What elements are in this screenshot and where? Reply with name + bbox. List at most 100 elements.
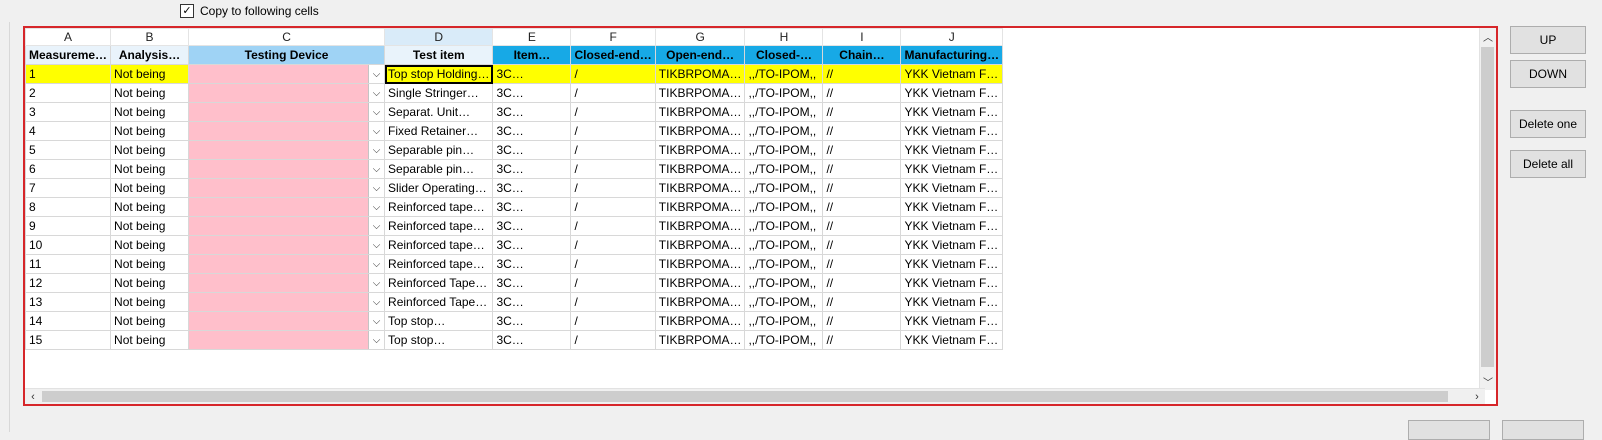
testing-device-dropdown[interactable]: ⌵ [188, 273, 386, 293]
chevron-down-icon[interactable]: ⌵ [368, 255, 384, 273]
cell-a[interactable]: 6 [25, 159, 112, 179]
cell-i[interactable]: // [822, 292, 902, 312]
table-row[interactable]: 8 Not being ⌵ Reinforced tape… 3C… / TIKBRPOMA… [25, 197, 1004, 217]
cell-f[interactable]: / [570, 235, 656, 255]
cell-f[interactable]: / [570, 254, 656, 274]
cell-e[interactable]: 3C… [492, 102, 572, 122]
cell-d[interactable]: Top stop Holding… [384, 64, 494, 84]
cell-i[interactable]: // [822, 102, 902, 122]
cell-a[interactable]: 10 [25, 235, 112, 255]
cell-d[interactable]: Reinforced tape… [384, 235, 494, 255]
table-row[interactable]: 1 Not being ⌵ Top stop Holding… 3C… / TIKBRPOM… [25, 64, 1004, 84]
cell-g[interactable]: TIKBRPOMA… [654, 235, 746, 255]
testing-device-dropdown[interactable]: ⌵ [188, 64, 386, 84]
cell-i[interactable]: // [822, 178, 902, 198]
cell-a[interactable]: 8 [25, 197, 112, 217]
cell-a[interactable]: 12 [25, 273, 112, 293]
cell-h[interactable]: ,,/TO-IPOM,, [744, 159, 824, 179]
cell-h[interactable]: ,,/TO-IPOM,, [744, 254, 824, 274]
cell-a[interactable]: 15 [25, 330, 112, 350]
chevron-down-icon[interactable]: ⌵ [368, 179, 384, 197]
cell-e[interactable]: 3C… [492, 273, 572, 293]
cell-d[interactable]: Separable pin… [384, 140, 494, 160]
cell-i[interactable]: // [822, 121, 902, 141]
chevron-down-icon[interactable]: ⌵ [368, 217, 384, 235]
cell-b[interactable]: Not being [110, 197, 190, 217]
table-row[interactable]: 3 Not being ⌵ Separat. Unit… 3C… / TIKBRPOMA…,… [25, 102, 1004, 122]
testing-device-dropdown[interactable]: ⌵ [188, 178, 386, 198]
cell-d[interactable]: Reinforced tape… [384, 197, 494, 217]
cell-f[interactable]: / [570, 330, 656, 350]
cell-j[interactable]: YKK Vietnam F… [900, 83, 1004, 103]
vertical-scroll-thumb[interactable] [1481, 47, 1494, 367]
column-letter-h[interactable]: H [744, 28, 824, 46]
cell-a[interactable]: 11 [25, 254, 112, 274]
column-letter-b[interactable]: B [110, 28, 190, 46]
cell-j[interactable]: YKK Vietnam F… [900, 273, 1004, 293]
bottom-button-2[interactable] [1502, 420, 1584, 440]
table-row[interactable]: 4 Not being ⌵ Fixed Retainer… 3C… / TIKBRPOMA…… [25, 121, 1004, 141]
chevron-down-icon[interactable]: ⌵ [368, 293, 384, 311]
column-header-h[interactable]: Closed-… [744, 45, 824, 65]
cell-h[interactable]: ,,/TO-IPOM,, [744, 216, 824, 236]
horizontal-scrollbar[interactable]: ‹ › [25, 388, 1485, 404]
cell-j[interactable]: YKK Vietnam F… [900, 121, 1004, 141]
column-letter-d[interactable]: D [384, 28, 494, 46]
arrow-up-icon[interactable]: ︿ [1480, 28, 1496, 45]
cell-g[interactable]: TIKBRPOMA… [654, 216, 746, 236]
cell-a[interactable]: 9 [25, 216, 112, 236]
cell-b[interactable]: Not being [110, 83, 190, 103]
cell-b[interactable]: Not being [110, 159, 190, 179]
chevron-down-icon[interactable]: ⌵ [368, 103, 384, 121]
testing-device-dropdown[interactable]: ⌵ [188, 292, 386, 312]
cell-i[interactable]: // [822, 311, 902, 331]
cell-i[interactable]: // [822, 197, 902, 217]
testing-device-dropdown[interactable]: ⌵ [188, 197, 386, 217]
cell-j[interactable]: YKK Vietnam F… [900, 64, 1004, 84]
up-button[interactable]: UP [1510, 26, 1586, 54]
checkmark-icon[interactable]: ✓ [180, 4, 194, 18]
column-letter-i[interactable]: I [822, 28, 902, 46]
cell-i[interactable]: // [822, 273, 902, 293]
copy-to-following-cells-checkbox[interactable]: ✓ Copy to following cells [180, 3, 319, 19]
testing-device-dropdown[interactable]: ⌵ [188, 83, 386, 103]
column-letter-e[interactable]: E [492, 28, 572, 46]
cell-h[interactable]: ,,/TO-IPOM,, [744, 121, 824, 141]
table-row[interactable]: 11 Not being ⌵ Reinforced tape… 3C… / TIKBRPOM… [25, 254, 1004, 274]
table-row[interactable]: 15 Not being ⌵ Top stop… 3C… / TIKBRPOMA… ,,/TO… [25, 330, 1004, 350]
cell-j[interactable]: YKK Vietnam F… [900, 197, 1004, 217]
cell-f[interactable]: / [570, 140, 656, 160]
cell-a[interactable]: 3 [25, 102, 112, 122]
cell-j[interactable]: YKK Vietnam F… [900, 330, 1004, 350]
cell-i[interactable]: // [822, 330, 902, 350]
table-row[interactable]: 6 Not being ⌵ Separable pin… 3C… / TIKBRPOMA…,… [25, 159, 1004, 179]
cell-a[interactable]: 13 [25, 292, 112, 312]
cell-d[interactable]: Top stop… [384, 330, 494, 350]
testing-device-dropdown[interactable]: ⌵ [188, 311, 386, 331]
cell-d[interactable]: Fixed Retainer… [384, 121, 494, 141]
cell-i[interactable]: // [822, 83, 902, 103]
cell-j[interactable]: YKK Vietnam F… [900, 254, 1004, 274]
cell-g[interactable]: TIKBRPOMA… [654, 159, 746, 179]
cell-e[interactable]: 3C… [492, 64, 572, 84]
cell-b[interactable]: Not being [110, 140, 190, 160]
table-row[interactable]: 10 Not being ⌵ Reinforced tape… 3C… / TIKBRPOM… [25, 235, 1004, 255]
delete-one-button[interactable]: Delete one [1510, 110, 1586, 138]
column-header-g[interactable]: Open-end… [654, 45, 746, 65]
cell-f[interactable]: / [570, 83, 656, 103]
cell-b[interactable]: Not being [110, 254, 190, 274]
bottom-button-1[interactable] [1408, 420, 1490, 440]
cell-e[interactable]: 3C… [492, 159, 572, 179]
cell-d[interactable]: Top stop… [384, 311, 494, 331]
cell-a[interactable]: 14 [25, 311, 112, 331]
cell-d[interactable]: Reinforced Tape… [384, 273, 494, 293]
cell-d[interactable]: Separat. Unit… [384, 102, 494, 122]
cell-a[interactable]: 5 [25, 140, 112, 160]
column-header-f[interactable]: Closed-end… [570, 45, 656, 65]
cell-f[interactable]: / [570, 178, 656, 198]
cell-h[interactable]: ,,/TO-IPOM,, [744, 330, 824, 350]
delete-all-button[interactable]: Delete all [1510, 150, 1586, 178]
cell-j[interactable]: YKK Vietnam F… [900, 159, 1004, 179]
chevron-down-icon[interactable]: ⌵ [368, 141, 384, 159]
down-button[interactable]: DOWN [1510, 60, 1586, 88]
